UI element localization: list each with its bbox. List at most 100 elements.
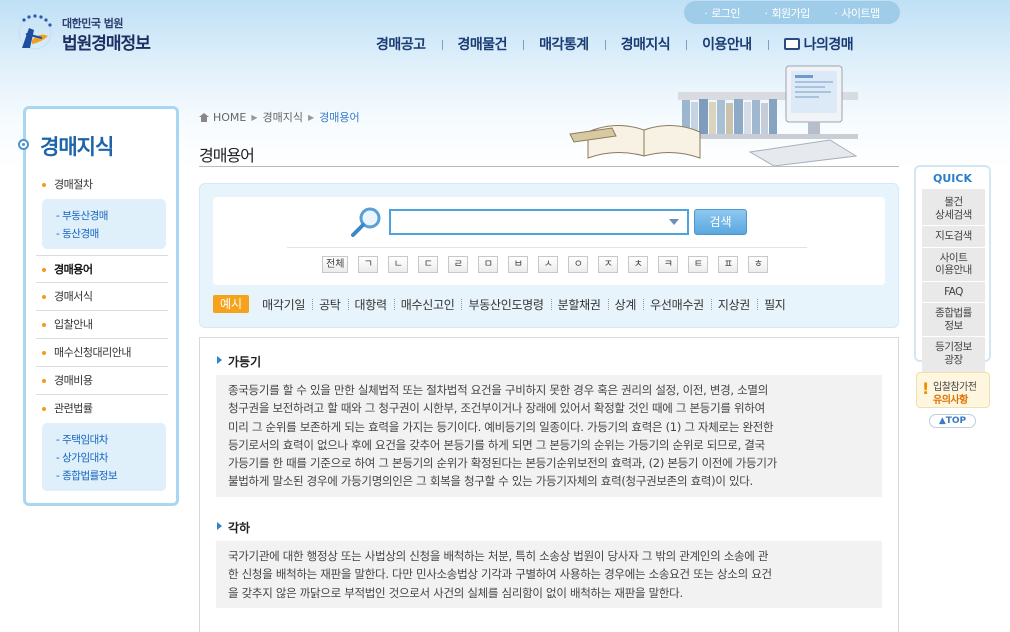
signup-link[interactable]: 회원가입 bbox=[764, 5, 810, 21]
lnb-sub-legal-info[interactable]: 종합법률정보 bbox=[56, 467, 166, 485]
term-line: 가등기를 한 때를 기준으로 하여 그 본등기의 순위가 확정된다는 본등기순위… bbox=[228, 456, 777, 471]
gnb-sale-statistics[interactable]: 매각통계 bbox=[523, 34, 605, 54]
term-search-input[interactable] bbox=[389, 209, 689, 235]
lnb-sub-commercial-lease[interactable]: 상가임대차 bbox=[56, 449, 166, 467]
bidding-notice-banner[interactable]: ! 입찰참가전 유의사항 bbox=[916, 372, 990, 408]
consonant-ieung[interactable]: ㅇ bbox=[568, 256, 589, 273]
consonant-tieut[interactable]: ㅌ bbox=[688, 256, 709, 273]
consonant-filter: 전체 ㄱ ㄴ ㄷ ㄹ ㅁ ㅂ ㅅ ㅇ ㅈ ㅊ ㅋ ㅌ ㅍ ㅎ bbox=[322, 256, 778, 273]
logo-title: 법원경매정보 bbox=[62, 34, 151, 54]
chevron-right-icon: ▶ bbox=[251, 112, 258, 122]
example-terms: 예시 매각기일 공탁 대항력 매수신고인 부동산인도명령 분할채권 상계 우선매… bbox=[213, 295, 793, 313]
lnb-item-related-laws[interactable]: 관련법률 bbox=[36, 395, 168, 423]
lnb-submenu-procedure: 부동산경매 동산경매 bbox=[42, 199, 166, 249]
consonant-jieut[interactable]: ㅈ bbox=[598, 256, 619, 273]
quick-map-search[interactable]: 지도검색 bbox=[922, 226, 985, 248]
top-label: TOP bbox=[945, 416, 967, 426]
example-term[interactable]: 대항력 bbox=[347, 296, 394, 313]
lnb-sub-real-estate-auction[interactable]: 부동산경매 bbox=[56, 207, 166, 225]
consonant-nieun[interactable]: ㄴ bbox=[388, 256, 409, 273]
breadcrumb-home[interactable]: HOME bbox=[213, 111, 246, 124]
lnb-submenu-laws: 주택임대차 상가임대차 종합법률정보 bbox=[42, 423, 166, 491]
lnb-bullet-icon bbox=[18, 139, 29, 150]
site-logo[interactable]: 대한민국 법원 법원경매정보 bbox=[16, 14, 166, 54]
consonant-all[interactable]: 전체 bbox=[322, 256, 349, 273]
books-computer-illustration bbox=[569, 65, 858, 167]
gnb-my-auction[interactable]: 나의경매 bbox=[767, 34, 870, 54]
quick-site-guide[interactable]: 사이트 이용안내 bbox=[922, 248, 985, 282]
consonant-bieup[interactable]: ㅂ bbox=[508, 256, 529, 273]
example-term[interactable]: 공탁 bbox=[312, 296, 347, 313]
consonant-chieut[interactable]: ㅊ bbox=[628, 256, 649, 273]
lnb-sub-housing-lease[interactable]: 주택임대차 bbox=[56, 431, 166, 449]
term-entry: 각하 국가기관에 대한 행정상 또는 사법상의 신청을 배척하는 처분, 특히 … bbox=[216, 519, 882, 608]
dropdown-arrow-icon[interactable] bbox=[669, 219, 679, 225]
term-line: 불법하게 말소된 경우에 가등기명의인은 그 회복을 청구할 수 있는 가등기자… bbox=[228, 474, 753, 489]
example-term[interactable]: 필지 bbox=[757, 296, 792, 313]
scroll-top-button[interactable]: ▲TOP bbox=[929, 414, 976, 428]
quick-menu: QUICK 물건 상세검색 지도검색 사이트 이용안내 FAQ 종합법률 정보 … bbox=[914, 165, 991, 373]
consonant-digeut[interactable]: ㄷ bbox=[418, 256, 439, 273]
notice-line2: 유의사항 bbox=[933, 395, 968, 406]
consonant-kieuk[interactable]: ㅋ bbox=[658, 256, 679, 273]
book-icon bbox=[783, 38, 800, 50]
magnifier-icon bbox=[351, 207, 381, 237]
consonant-rieul[interactable]: ㄹ bbox=[448, 256, 469, 273]
consonant-pieup[interactable]: ㅍ bbox=[718, 256, 739, 273]
page-title: 경매용어 bbox=[199, 146, 255, 165]
quick-detailed-search[interactable]: 물건 상세검색 bbox=[922, 192, 985, 226]
example-term[interactable]: 분할채권 bbox=[550, 296, 608, 313]
login-link[interactable]: 로그인 bbox=[704, 5, 740, 21]
home-icon bbox=[199, 112, 209, 122]
consonant-hieut[interactable]: ㅎ bbox=[748, 256, 769, 273]
term-line: 한 신청을 배척하는 재판을 말한다. 다만 민사소송법상 기각과 구별하여 사… bbox=[228, 567, 772, 582]
term-title: 가등기 bbox=[216, 353, 882, 371]
left-navigation: 경매지식 경매절차 부동산경매 동산경매 경매용어 경매서식 입찰안내 매수신청… bbox=[18, 106, 179, 506]
term-line: 국가기관에 대한 행정상 또는 사법상의 신청을 배척하는 처분, 특히 소송상… bbox=[228, 549, 769, 563]
example-term[interactable]: 부동산인도명령 bbox=[461, 296, 550, 313]
lnb-item-auction-procedure[interactable]: 경매절차 bbox=[36, 171, 168, 199]
consonant-siot[interactable]: ㅅ bbox=[538, 256, 559, 273]
term-line: 미리 그 순위를 보존하게 되는 효력을 가지는 등기이다. 예비등기의 일종이… bbox=[228, 419, 774, 434]
term-line: 을 갖추지 않은 까닭으로 부적법인 것으로서 사건의 실체를 심리함이 없이 … bbox=[228, 585, 683, 600]
term-description: 국가기관에 대한 행정상 또는 사법상의 신청을 배척하는 처분, 특히 소송상… bbox=[216, 541, 882, 608]
lnb-item-auction-forms[interactable]: 경매서식 bbox=[36, 283, 168, 311]
quick-registry-info[interactable]: 등기정보 광장 bbox=[922, 337, 985, 370]
example-term[interactable]: 매수신고인 bbox=[393, 296, 462, 313]
court-emblem-icon bbox=[18, 14, 52, 50]
gnb-my-auction-label: 나의경매 bbox=[803, 37, 854, 53]
consonant-giyeok[interactable]: ㄱ bbox=[358, 256, 379, 273]
search-divider bbox=[287, 247, 807, 248]
lnb-sub-movable-auction[interactable]: 동산경매 bbox=[56, 225, 166, 243]
term-list: 가등기 종국등기를 할 수 있을 만한 실체법적 또는 절차법적 요건을 구비하… bbox=[199, 337, 899, 632]
term-description: 종국등기를 할 수 있을 만한 실체법적 또는 절차법적 요건을 구비하지 못한… bbox=[216, 375, 882, 497]
consonant-mieum[interactable]: ㅁ bbox=[478, 256, 499, 273]
exclamation-icon: ! bbox=[922, 379, 930, 398]
example-badge: 예시 bbox=[213, 295, 250, 313]
term-entry: 가등기 종국등기를 할 수 있을 만한 실체법적 또는 절차법적 요건을 구비하… bbox=[216, 353, 882, 497]
title-divider bbox=[199, 166, 899, 167]
example-term[interactable]: 상계 bbox=[607, 296, 643, 313]
gnb-auction-knowledge[interactable]: 경매지식 bbox=[604, 34, 687, 54]
breadcrumb-current: 경매용어 bbox=[319, 111, 360, 124]
example-term[interactable]: 우선매수권 bbox=[643, 296, 711, 313]
lnb-item-auction-costs[interactable]: 경매비용 bbox=[36, 367, 168, 395]
breadcrumb-level1[interactable]: 경매지식 bbox=[263, 109, 303, 125]
search-button[interactable]: 검색 bbox=[694, 209, 747, 235]
lnb-item-auction-terms[interactable]: 경매용어 bbox=[36, 255, 168, 283]
sitemap-link[interactable]: 사이트맵 bbox=[834, 5, 880, 21]
term-title: 각하 bbox=[216, 519, 882, 537]
term-line: 등기로서의 효력이 없으나 후에 요건을 갖추어 본등기를 하게 되면 그 본등… bbox=[228, 437, 765, 452]
gnb-usage-guide[interactable]: 이용안내 bbox=[686, 34, 768, 54]
quick-faq[interactable]: FAQ bbox=[922, 282, 985, 303]
quick-legal-info[interactable]: 종합법률 정보 bbox=[922, 303, 985, 337]
gnb-auction-items[interactable]: 경매물건 bbox=[441, 34, 524, 54]
term-line: 청구권을 보전하려고 할 때와 그 청구권이 시한부, 조건부이거나 장래에 있… bbox=[228, 401, 765, 416]
lnb-item-bidding-guide[interactable]: 입찰안내 bbox=[36, 311, 168, 339]
gnb-auction-notice[interactable]: 경매공고 bbox=[360, 34, 442, 54]
example-term[interactable]: 매각기일 bbox=[255, 296, 312, 313]
lnb-item-proxy-bidding[interactable]: 매수신청대리안내 bbox=[36, 339, 168, 367]
term-line: 종국등기를 할 수 있을 만한 실체법적 또는 절차법적 요건을 구비하지 못한… bbox=[228, 383, 768, 397]
chevron-right-icon: ▶ bbox=[308, 112, 315, 122]
example-term[interactable]: 지상권 bbox=[710, 296, 757, 313]
